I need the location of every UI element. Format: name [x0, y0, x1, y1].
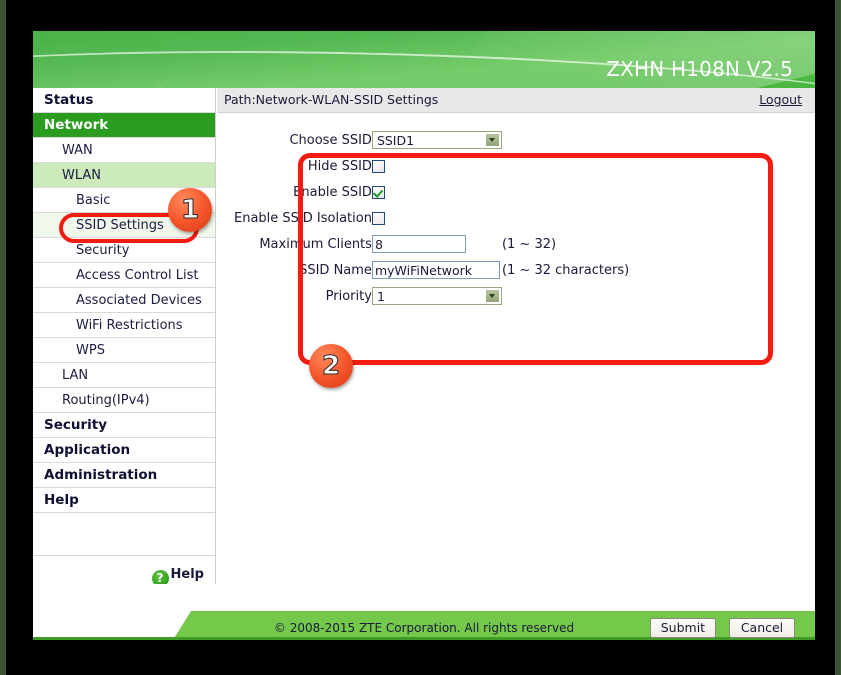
submit-button[interactable]: Submit — [649, 618, 716, 638]
choose-ssid-select[interactable]: SSID1 — [371, 131, 502, 149]
router-admin-page: ZXHN H108N V2.5 Status Network WAN WLAN … — [33, 31, 815, 640]
ssid-form-table: Choose SSID SSID1 Hide SSID Enable SSID … — [234, 127, 629, 309]
ssid-settings-form: Choose SSID SSID1 Hide SSID Enable SSID … — [217, 114, 815, 584]
page-body: Status Network WAN WLAN Basic SSID Setti… — [33, 88, 815, 590]
form-row-maximum-clients: Maximum Clients (1 ~ 32) — [234, 231, 629, 257]
sidebar-label-security-wlan: Security — [76, 243, 130, 258]
label-enable-ssid-isolation: Enable SSID Isolation — [234, 210, 372, 226]
left-edge-sliver — [0, 0, 6, 675]
sidebar-label-associated-devices: Associated Devices — [76, 293, 202, 308]
sidebar-item-access-control-list[interactable]: Access Control List — [33, 263, 215, 288]
sidebar-item-security[interactable]: Security — [33, 413, 215, 438]
enable-ssid-isolation-checkbox[interactable] — [371, 211, 385, 225]
form-row-enable-ssid-isolation: Enable SSID Isolation — [234, 205, 629, 231]
priority-value: 1 — [376, 289, 385, 304]
sidebar-label-lan: LAN — [62, 368, 89, 383]
sidebar-item-wlan[interactable]: WLAN — [33, 163, 215, 188]
sidebar-item-wan[interactable]: WAN — [33, 138, 215, 163]
content-pane: Path:Network-WLAN-SSID Settings Logout C… — [217, 88, 815, 584]
sidebar-label-security: Security — [44, 417, 108, 433]
sidebar-item-help[interactable]: Help — [33, 488, 215, 513]
form-row-choose-ssid: Choose SSID SSID1 — [234, 127, 629, 153]
breadcrumb: Path:Network-WLAN-SSID Settings — [224, 92, 439, 107]
annotation-badge-1: 1 — [168, 188, 212, 232]
form-row-ssid-name: SSID Name (1 ~ 32 characters) — [234, 257, 629, 283]
sidebar-item-administration[interactable]: Administration — [33, 463, 215, 488]
chevron-down-icon[interactable] — [484, 133, 500, 147]
annotation-badge-2: 2 — [309, 344, 353, 388]
sidebar-item-status[interactable]: Status — [33, 88, 215, 113]
maximum-clients-input[interactable] — [371, 235, 466, 253]
sidebar-label-administration: Administration — [44, 467, 158, 483]
form-row-enable-ssid: Enable SSID — [234, 179, 629, 205]
hide-ssid-checkbox[interactable] — [371, 159, 385, 173]
ssid-name-input[interactable] — [371, 261, 500, 279]
sidebar-label-ssid-settings: SSID Settings — [76, 218, 164, 233]
choose-ssid-value: SSID1 — [376, 133, 415, 148]
form-action-buttons: Submit Cancel — [642, 617, 795, 638]
priority-select[interactable]: 1 — [371, 287, 502, 305]
sidebar-label-wifi-restrictions: WiFi Restrictions — [76, 318, 183, 333]
sidebar-item-wifi-restrictions[interactable]: WiFi Restrictions — [33, 313, 215, 338]
sidebar-spacer — [33, 513, 215, 556]
cancel-button[interactable]: Cancel — [729, 618, 795, 638]
label-hide-ssid: Hide SSID — [307, 158, 372, 174]
hint-maximum-clients: (1 ~ 32) — [501, 236, 557, 252]
label-priority: Priority — [325, 288, 372, 304]
sidebar-label-wan: WAN — [62, 143, 93, 158]
router-model-title: ZXHN H108N V2.5 — [606, 57, 793, 81]
hint-hide-ssid — [502, 153, 629, 179]
form-row-hide-ssid: Hide SSID — [234, 153, 629, 179]
sidebar-item-network[interactable]: Network — [33, 113, 215, 138]
sidebar-nav: Status Network WAN WLAN Basic SSID Setti… — [33, 88, 216, 590]
sidebar-label-wlan: WLAN — [62, 168, 102, 183]
label-ssid-name: SSID Name — [299, 262, 372, 278]
breadcrumb-bar: Path:Network-WLAN-SSID Settings Logout — [217, 88, 815, 113]
logout-link[interactable]: Logout — [759, 92, 802, 107]
sidebar-label-status: Status — [44, 92, 94, 108]
sidebar-item-lan[interactable]: LAN — [33, 363, 215, 388]
label-enable-ssid: Enable SSID — [293, 184, 372, 200]
sidebar-label-application: Application — [44, 442, 131, 458]
page-banner: ZXHN H108N V2.5 — [33, 31, 815, 88]
enable-ssid-checkbox[interactable] — [371, 185, 385, 199]
hint-enable-ssid — [502, 179, 629, 205]
sidebar-label-routing-ipv4: Routing(IPv4) — [62, 393, 150, 408]
sidebar-item-application[interactable]: Application — [33, 438, 215, 463]
sidebar-item-routing-ipv4[interactable]: Routing(IPv4) — [33, 388, 215, 413]
label-maximum-clients: Maximum Clients — [259, 236, 372, 252]
chevron-down-icon[interactable] — [484, 289, 500, 303]
sidebar-item-security-wlan[interactable]: Security — [33, 238, 215, 263]
hint-enable-ssid-isolation — [502, 205, 629, 231]
right-edge-sliver — [835, 0, 841, 675]
sidebar-help-label: Help — [170, 567, 204, 582]
hint-choose-ssid — [502, 127, 629, 153]
sidebar-label-help: Help — [44, 492, 79, 508]
sidebar-item-associated-devices[interactable]: Associated Devices — [33, 288, 215, 313]
screenshot-frame: ZXHN H108N V2.5 Status Network WAN WLAN … — [0, 0, 841, 675]
sidebar-label-basic: Basic — [76, 193, 111, 208]
label-choose-ssid: Choose SSID — [289, 132, 372, 148]
hint-priority — [502, 283, 629, 309]
form-row-priority: Priority 1 — [234, 283, 629, 309]
sidebar-label-wps: WPS — [76, 343, 105, 358]
hint-ssid-name: (1 ~ 32 characters) — [501, 262, 630, 278]
sidebar-label-access-control-list: Access Control List — [76, 268, 199, 283]
sidebar-item-wps[interactable]: WPS — [33, 338, 215, 363]
sidebar-label-network: Network — [44, 117, 109, 133]
